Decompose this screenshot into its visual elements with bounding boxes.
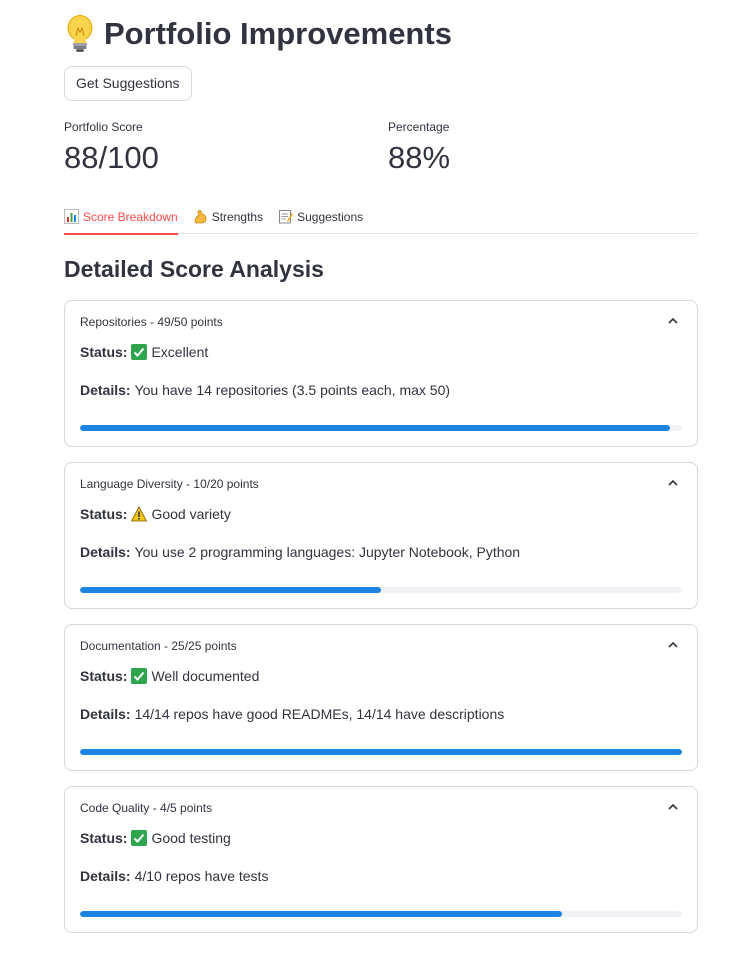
details-row: Details: You have 14 repositories (3.5 p…	[80, 382, 450, 398]
progress-fill	[80, 587, 381, 593]
metric-label: Percentage	[388, 120, 450, 134]
tab-strengths[interactable]: Strengths	[193, 201, 263, 234]
status-value: Well documented	[151, 668, 260, 684]
page-title: Portfolio Improvements	[64, 12, 452, 56]
progress-bar	[80, 587, 682, 593]
score-cards: Repositories - 49/50 points Status: Exce…	[64, 300, 698, 948]
status-value: Excellent	[151, 344, 209, 360]
status-label: Status:	[80, 506, 128, 522]
chevron-up-icon[interactable]	[667, 801, 679, 813]
status-row: Status: Excellent	[80, 344, 208, 360]
status-row: Status: Good testing	[80, 830, 231, 846]
page-title-text: Portfolio Improvements	[104, 16, 452, 51]
section-title: Detailed Score Analysis	[64, 256, 324, 282]
progress-fill	[80, 425, 670, 431]
chevron-up-icon[interactable]	[667, 639, 679, 651]
card-header[interactable]: Language Diversity - 10/20 points	[80, 477, 259, 491]
tab-suggestions[interactable]: Suggestions	[278, 201, 363, 234]
status-label: Status:	[80, 830, 128, 846]
bar-chart-icon	[64, 209, 79, 224]
details-label: Details:	[80, 382, 131, 398]
metric-percentage: Percentage 88%	[388, 120, 450, 176]
details-label: Details:	[80, 544, 131, 560]
tab-score-breakdown[interactable]: Score Breakdown	[64, 201, 178, 235]
check-mark-icon	[131, 344, 148, 360]
check-mark-icon	[131, 830, 148, 846]
score-card-language-diversity: Language Diversity - 10/20 points Status…	[64, 462, 698, 609]
details-value: You use 2 programming languages: Jupyter…	[134, 544, 521, 560]
progress-fill	[80, 749, 682, 755]
status-row: Status: Good variety	[80, 506, 231, 522]
chevron-up-icon[interactable]	[667, 315, 679, 327]
get-suggestions-button[interactable]: Get Suggestions	[64, 66, 192, 101]
card-header[interactable]: Repositories - 49/50 points	[80, 315, 223, 329]
metric-label: Portfolio Score	[64, 120, 143, 134]
metric-value: 88%	[388, 140, 451, 175]
score-card-documentation: Documentation - 25/25 points Status: Wel…	[64, 624, 698, 771]
details-value: You have 14 repositories (3.5 points eac…	[134, 382, 451, 398]
details-label: Details:	[80, 868, 131, 884]
metric-portfolio-score: Portfolio Score 88/100	[64, 120, 159, 176]
metric-value: 88/100	[64, 140, 159, 175]
progress-bar	[80, 911, 682, 917]
card-header[interactable]: Documentation - 25/25 points	[80, 639, 237, 653]
score-card-code-quality: Code Quality - 4/5 points Status: Good t…	[64, 786, 698, 933]
status-label: Status:	[80, 668, 128, 684]
status-label: Status:	[80, 344, 128, 360]
card-header[interactable]: Code Quality - 4/5 points	[80, 801, 212, 815]
tab-label: Suggestions	[297, 209, 364, 224]
score-card-repositories: Repositories - 49/50 points Status: Exce…	[64, 300, 698, 447]
tab-label: Score Breakdown	[83, 209, 178, 224]
progress-fill	[80, 911, 562, 917]
status-value: Good testing	[151, 830, 231, 846]
details-row: Details: 4/10 repos have tests	[80, 868, 268, 884]
check-mark-icon	[131, 668, 148, 684]
details-row: Details: You use 2 programming languages…	[80, 544, 520, 560]
details-value: 4/10 repos have tests	[134, 868, 269, 884]
progress-bar	[80, 749, 682, 755]
flexed-biceps-icon	[194, 210, 207, 224]
details-row: Details: 14/14 repos have good READMEs, …	[80, 706, 504, 722]
details-value: 14/14 repos have good READMEs, 14/14 hav…	[134, 706, 505, 722]
lightbulb-icon	[67, 15, 93, 52]
chevron-up-icon[interactable]	[667, 477, 679, 489]
progress-bar	[80, 425, 682, 431]
tab-bar: Score Breakdown Strengths Suggestions	[64, 201, 698, 235]
details-label: Details:	[80, 706, 131, 722]
memo-icon	[279, 210, 294, 224]
status-row: Status: Well documented	[80, 668, 259, 684]
warning-icon	[131, 506, 148, 522]
status-value: Good variety	[151, 506, 231, 522]
tab-label: Strengths	[211, 209, 264, 224]
